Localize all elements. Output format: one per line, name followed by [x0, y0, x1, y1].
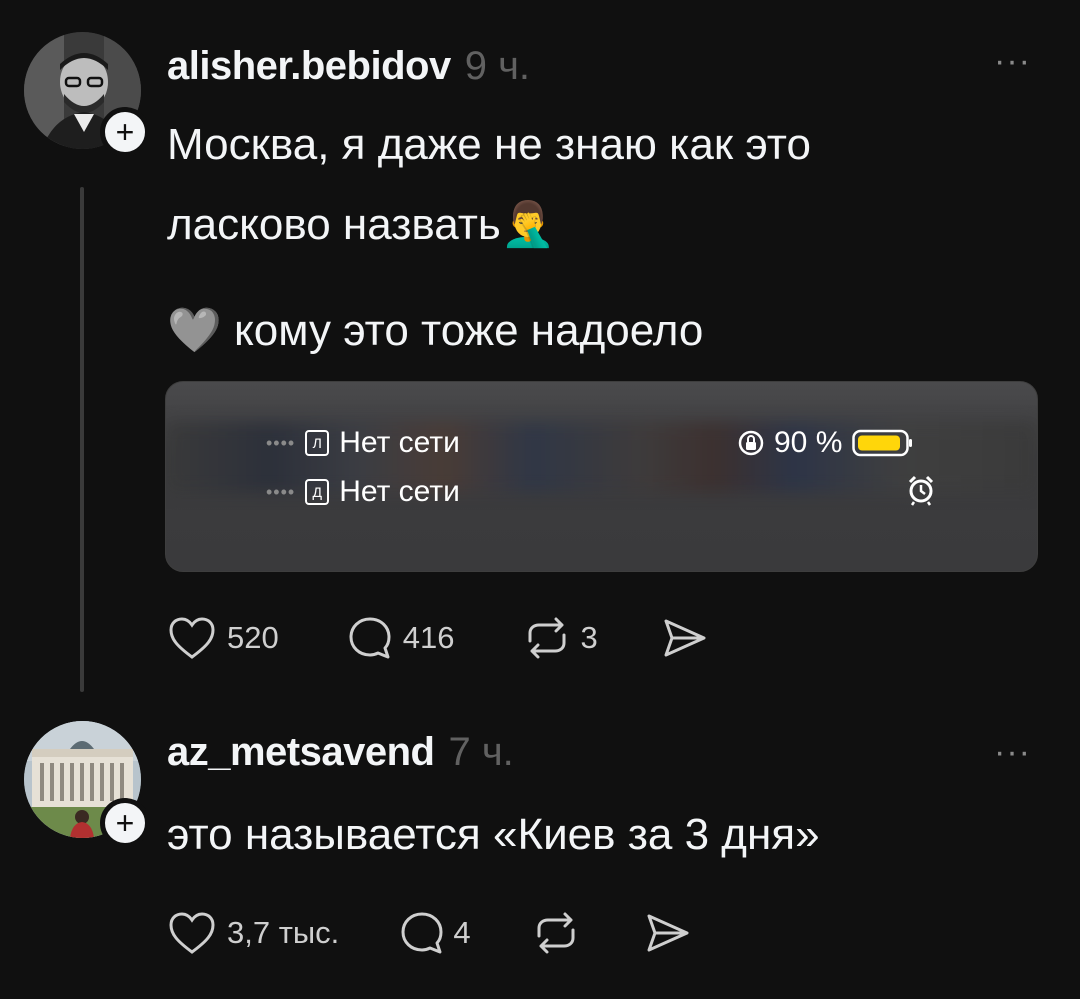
repost-button[interactable]: [531, 910, 581, 956]
username[interactable]: az_metsavend: [167, 730, 435, 775]
like-button[interactable]: 520: [167, 615, 279, 661]
post-text-line-1: это называется «Киев за 3 дня»: [167, 810, 820, 859]
post-time: 9 ч.: [464, 44, 531, 88]
repost-button[interactable]: 3: [522, 615, 598, 661]
battery-percent: 90 %: [774, 426, 843, 459]
plus-icon: +: [115, 805, 135, 841]
follow-button[interactable]: +: [100, 107, 150, 157]
comment-button[interactable]: 4: [399, 910, 471, 956]
thread-line: [80, 187, 84, 692]
battery-status: 90 %: [736, 426, 914, 460]
post-time: 7 ч.: [448, 730, 514, 774]
more-options-button[interactable]: ···: [994, 42, 1031, 81]
heart-icon: [169, 912, 215, 954]
sim1-text: Нет сети: [339, 426, 460, 459]
send-icon: [647, 914, 689, 952]
post-actions: 520 416 3: [167, 615, 710, 661]
signal-icon: ••••: [266, 432, 296, 453]
post-actions: 3,7 тыс. 4: [167, 910, 693, 956]
sim2-status: •••• Д Нет сети: [266, 475, 460, 509]
battery-icon: [852, 429, 913, 457]
like-count: 520: [227, 620, 279, 655]
comment-count: 416: [402, 620, 455, 655]
post-text-line-1: Москва, я даже не знаю как это: [167, 120, 811, 169]
alarm-icon: [908, 475, 934, 506]
sim-icon: Д: [305, 479, 330, 505]
heart-icon: [169, 617, 215, 659]
share-button[interactable]: [643, 910, 693, 956]
comment-count: 4: [453, 915, 471, 950]
follow-button[interactable]: +: [100, 798, 150, 848]
sim2-text: Нет сети: [339, 475, 460, 508]
more-options-button[interactable]: ···: [994, 733, 1031, 772]
sim-icon: Л: [305, 430, 330, 456]
sim1-status: •••• Л Нет сети: [266, 426, 460, 460]
post-text-line-2: ласково назвать🤦‍♂️: [167, 200, 556, 249]
like-count: 3,7 тыс.: [227, 915, 340, 950]
post-header: alisher.bebidov 9 ч.: [167, 44, 530, 89]
like-button[interactable]: 3,7 тыс.: [167, 910, 339, 956]
comment-button[interactable]: 416: [347, 615, 455, 661]
repost-icon: [537, 912, 575, 954]
repost-icon: [528, 617, 566, 659]
comment-icon: [349, 617, 391, 659]
post-text-line-3: 🩶 кому это тоже надоело: [167, 306, 704, 355]
post-header: az_metsavend 7 ч.: [167, 730, 514, 775]
send-icon: [664, 619, 706, 657]
plus-icon: +: [115, 114, 135, 150]
rotation-lock-icon: [738, 430, 764, 456]
attached-image[interactable]: •••• Л Нет сети •••• Д Нет сети 90 %: [165, 381, 1038, 572]
username[interactable]: alisher.bebidov: [167, 44, 451, 89]
share-button[interactable]: [660, 615, 710, 661]
comment-icon: [401, 912, 443, 954]
repost-count: 3: [580, 620, 598, 655]
signal-icon: ••••: [266, 481, 296, 502]
